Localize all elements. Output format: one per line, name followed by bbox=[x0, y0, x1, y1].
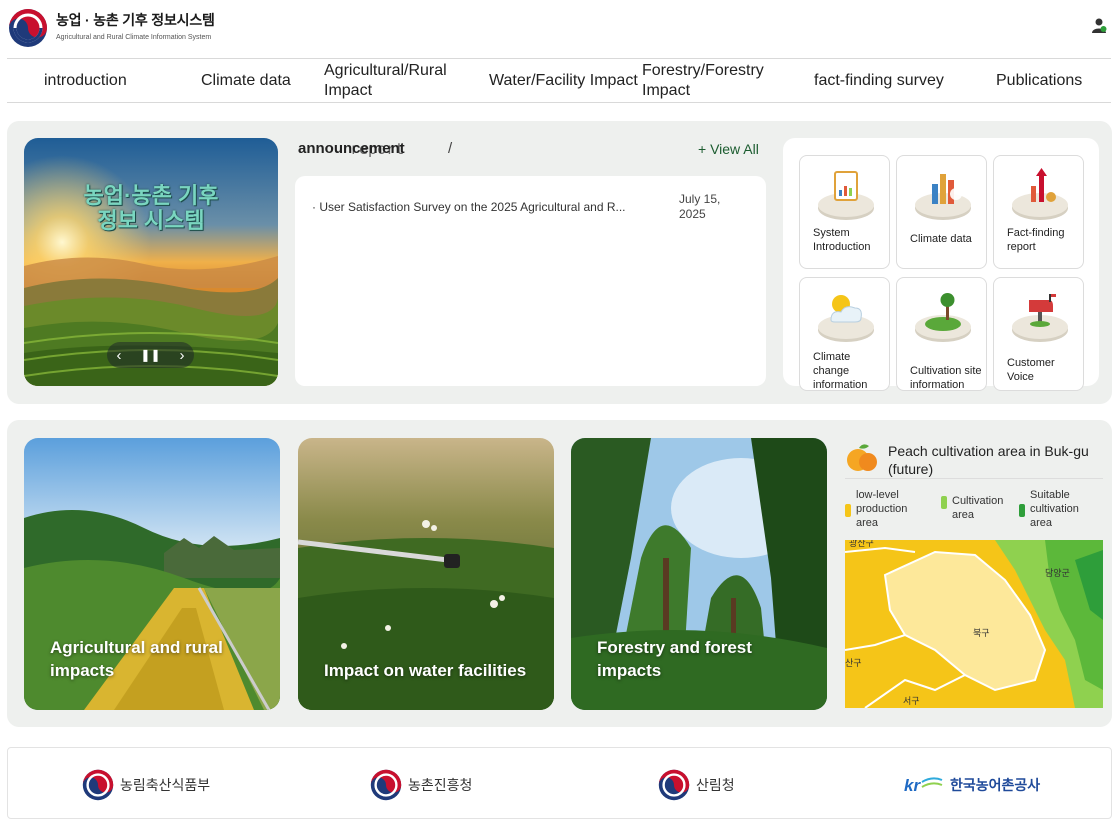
quick-link-label: Cultivation site information bbox=[910, 365, 982, 391]
hero-title-line2: 정보 시스템 bbox=[97, 208, 205, 233]
quick-link-fact-finding-report[interactable]: Fact-finding report bbox=[993, 155, 1084, 269]
legend-swatch-light-green bbox=[941, 496, 947, 509]
nav-item-water-facility-impact[interactable]: Water/Facility Impact bbox=[489, 59, 638, 103]
footer-logo-ministry[interactable]: 농림축산식품부 bbox=[82, 769, 210, 801]
map-label-bottom: 서구 bbox=[903, 696, 920, 707]
map-label-left: 산구 bbox=[845, 658, 862, 669]
tab-announcement[interactable]: announcement bbox=[298, 140, 405, 157]
region-map-graphic: 광산구 담양군 북구 산구 서구 bbox=[845, 540, 1103, 708]
nav-item-forestry-impact[interactable]: Forestry/Forestry Impact bbox=[642, 59, 782, 103]
brand-subtitle: Agricultural and Rural Climate Informati… bbox=[56, 34, 212, 41]
card-label: Impact on water facilities bbox=[324, 661, 527, 680]
document-chart-icon bbox=[818, 171, 874, 220]
legend-cultivation-area: Cultivation area bbox=[941, 488, 1014, 522]
quick-link-climate-change-information[interactable]: Climate change information bbox=[799, 277, 890, 391]
prev-slide-icon[interactable]: ‹ bbox=[116, 347, 121, 364]
taegeuk-icon bbox=[658, 769, 690, 801]
legend-low-level-production: low-level production area bbox=[845, 488, 924, 530]
main-nav: introduction Climate data Agricultural/R… bbox=[7, 58, 1111, 103]
legend-suitable-cultivation: Suitable cultivation area bbox=[1019, 488, 1102, 530]
map-label-right: 담양군 bbox=[1045, 567, 1070, 579]
nav-item-agricultural-impact[interactable]: Agricultural/Rural Impact bbox=[324, 59, 474, 103]
hero-title: 농업·농촌 기후 정보 시스템 bbox=[24, 183, 278, 233]
card-forestry-impacts[interactable]: Forestry and forest impacts bbox=[571, 438, 827, 710]
notice-item-date: July 15, 2025 bbox=[679, 192, 721, 221]
footer-org-label: 한국농어촌공사 bbox=[950, 777, 1041, 793]
bar-chart-icon bbox=[915, 174, 971, 220]
legend-swatch-yellow bbox=[845, 504, 851, 517]
partner-footer: 농림축산식품부 농촌진흥청 산림청 kr 한국농어촌공사 bbox=[7, 747, 1112, 819]
footer-org-label: 농촌진흥청 bbox=[408, 777, 473, 793]
impact-section: Agricultural and rural impacts Impact on… bbox=[7, 420, 1112, 727]
card-label: Forestry and forest impacts bbox=[597, 638, 752, 680]
notice-list: · User Satisfaction Survey on the 2025 A… bbox=[295, 176, 766, 386]
quick-link-label: Customer Voice bbox=[1007, 357, 1055, 383]
brand[interactable]: 농업 · 농촌 기후 정보시스템 Agricultural and Rural … bbox=[56, 10, 215, 41]
map-label-center: 북구 bbox=[973, 628, 990, 639]
hero-banner[interactable]: 농업·농촌 기후 정보 시스템 ‹ ❚❚ › bbox=[24, 138, 278, 386]
card-agricultural-rural-impacts[interactable]: Agricultural and rural impacts bbox=[24, 438, 280, 710]
sun-cloud-icon bbox=[818, 295, 874, 342]
quick-link-label: Climate data bbox=[910, 233, 972, 245]
mailbox-icon bbox=[1012, 294, 1068, 342]
brand-title: 농업 · 농촌 기후 정보시스템 bbox=[56, 12, 215, 28]
quick-link-cultivation-site-information[interactable]: Cultivation site information bbox=[896, 277, 987, 391]
quick-link-system-introduction[interactable]: System Introduction bbox=[799, 155, 890, 269]
map-title: Peach cultivation area in Buk-gu (future… bbox=[888, 443, 1089, 477]
nav-item-publications[interactable]: Publications bbox=[996, 59, 1082, 103]
legend-label: low-level production area bbox=[856, 489, 908, 529]
tab-separator: / bbox=[448, 140, 453, 157]
svg-text:kr: kr bbox=[904, 776, 921, 795]
legend-divider bbox=[845, 478, 1103, 479]
quick-link-label: Fact-finding report bbox=[1007, 227, 1065, 253]
footer-org-label: 산림청 bbox=[696, 777, 735, 793]
peach-icon bbox=[847, 444, 877, 471]
cultivation-map[interactable]: 광산구 담양군 북구 산구 서구 bbox=[845, 540, 1103, 708]
krc-logo-icon: kr bbox=[904, 776, 943, 795]
quick-link-label: Climate change information bbox=[813, 351, 868, 391]
nav-item-introduction[interactable]: introduction bbox=[44, 59, 127, 103]
hero-slider-controls: ‹ ❚❚ › bbox=[107, 342, 194, 368]
quick-link-customer-voice[interactable]: Customer Voice bbox=[993, 277, 1084, 391]
legend-swatch-dark-green bbox=[1019, 504, 1025, 517]
footer-logo-forest-service[interactable]: 산림청 bbox=[658, 769, 735, 801]
taegeuk-icon bbox=[370, 769, 402, 801]
view-all-link[interactable]: + View All bbox=[698, 141, 759, 157]
hero-title-line1: 농업·농촌 기후 bbox=[83, 183, 219, 208]
taegeuk-logo-icon[interactable] bbox=[8, 8, 48, 48]
growth-arrow-icon bbox=[1012, 168, 1068, 220]
map-label-top-left: 광산구 bbox=[849, 540, 874, 549]
legend-label: Suitable cultivation area bbox=[1030, 489, 1079, 529]
notice-item-title[interactable]: · User Satisfaction Survey on the 2025 A… bbox=[312, 200, 626, 214]
peach-cultivation-map-widget: Peach cultivation area in Buk-gu (future… bbox=[845, 438, 1103, 710]
pause-slide-icon[interactable]: ❚❚ bbox=[140, 348, 160, 362]
user-menu-icon[interactable] bbox=[1090, 16, 1108, 34]
top-section: 농업·농촌 기후 정보 시스템 ‹ ❚❚ › report announceme… bbox=[7, 121, 1112, 404]
quick-links: System Introduction Climate data Fact-fi… bbox=[783, 138, 1099, 391]
footer-org-label: 농림축산식품부 bbox=[120, 777, 211, 793]
quick-link-label: System Introduction bbox=[813, 227, 871, 253]
quick-link-climate-data[interactable]: Climate data bbox=[896, 155, 987, 269]
site-header: 농업 · 농촌 기후 정보시스템 Agricultural and Rural … bbox=[0, 0, 1112, 58]
legend-label: Cultivation area bbox=[952, 495, 1004, 521]
taegeuk-icon bbox=[82, 769, 114, 801]
card-label: Agricultural and rural impacts bbox=[50, 638, 223, 680]
card-water-facilities[interactable]: Impact on water facilities bbox=[298, 438, 554, 710]
nav-item-fact-finding-survey[interactable]: fact-finding survey bbox=[814, 59, 944, 103]
next-slide-icon[interactable]: › bbox=[179, 347, 184, 364]
nav-item-climate-data[interactable]: Climate data bbox=[201, 59, 291, 103]
footer-logo-rda[interactable]: 농촌진흥청 bbox=[370, 769, 472, 801]
footer-logo-krc[interactable]: kr 한국농어촌공사 bbox=[904, 769, 1040, 801]
tree-globe-icon bbox=[915, 293, 971, 342]
